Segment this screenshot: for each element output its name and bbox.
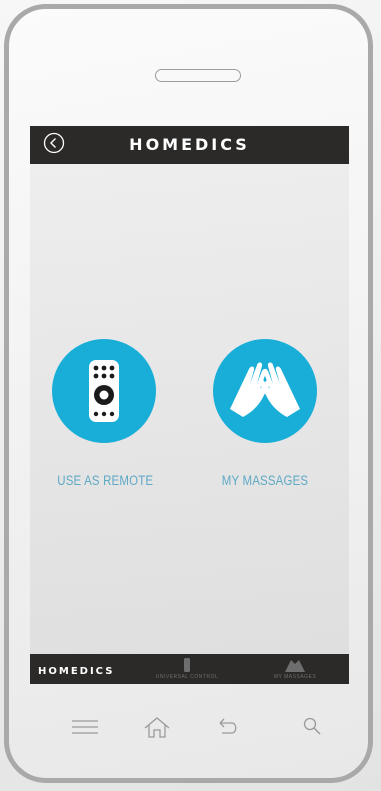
massage-hands-icon <box>230 362 300 417</box>
bottom-bar: HOMEDICS UNIVERSAL CONTROL MY MASSAGES <box>30 654 349 684</box>
menu-icon[interactable] <box>70 715 100 739</box>
remote-control-icon <box>89 360 119 422</box>
tab-universal-control[interactable]: UNIVERSAL CONTROL <box>142 658 232 680</box>
tab-my-massages-label: MY MASSAGES <box>273 674 317 680</box>
my-massages-label: MY MASSAGES <box>221 473 309 488</box>
use-as-remote-button[interactable]: USE AS REMOTE <box>49 339 159 488</box>
brand-logo: HOMEDICS <box>129 135 250 154</box>
top-bar: HOMEDICS <box>30 126 349 164</box>
massage-circle <box>213 339 317 443</box>
back-arrow-icon[interactable] <box>212 715 242 739</box>
remote-icon <box>184 658 190 672</box>
home-icon[interactable] <box>142 715 172 739</box>
tab-universal-control-label: UNIVERSAL CONTROL <box>155 674 219 680</box>
remote-circle <box>52 339 156 443</box>
bottom-brand-logo: HOMEDICS <box>38 666 115 677</box>
hands-icon <box>285 660 305 672</box>
app-screen: HOMEDICS USE AS REMOTE MY MASSAGES HOMED… <box>30 126 349 684</box>
phone-speaker <box>155 69 241 82</box>
search-icon[interactable] <box>300 715 330 739</box>
tab-my-massages[interactable]: MY MASSAGES <box>250 658 340 680</box>
my-massages-button[interactable]: MY MASSAGES <box>210 339 320 488</box>
use-as-remote-label: USE AS REMOTE <box>57 473 154 488</box>
